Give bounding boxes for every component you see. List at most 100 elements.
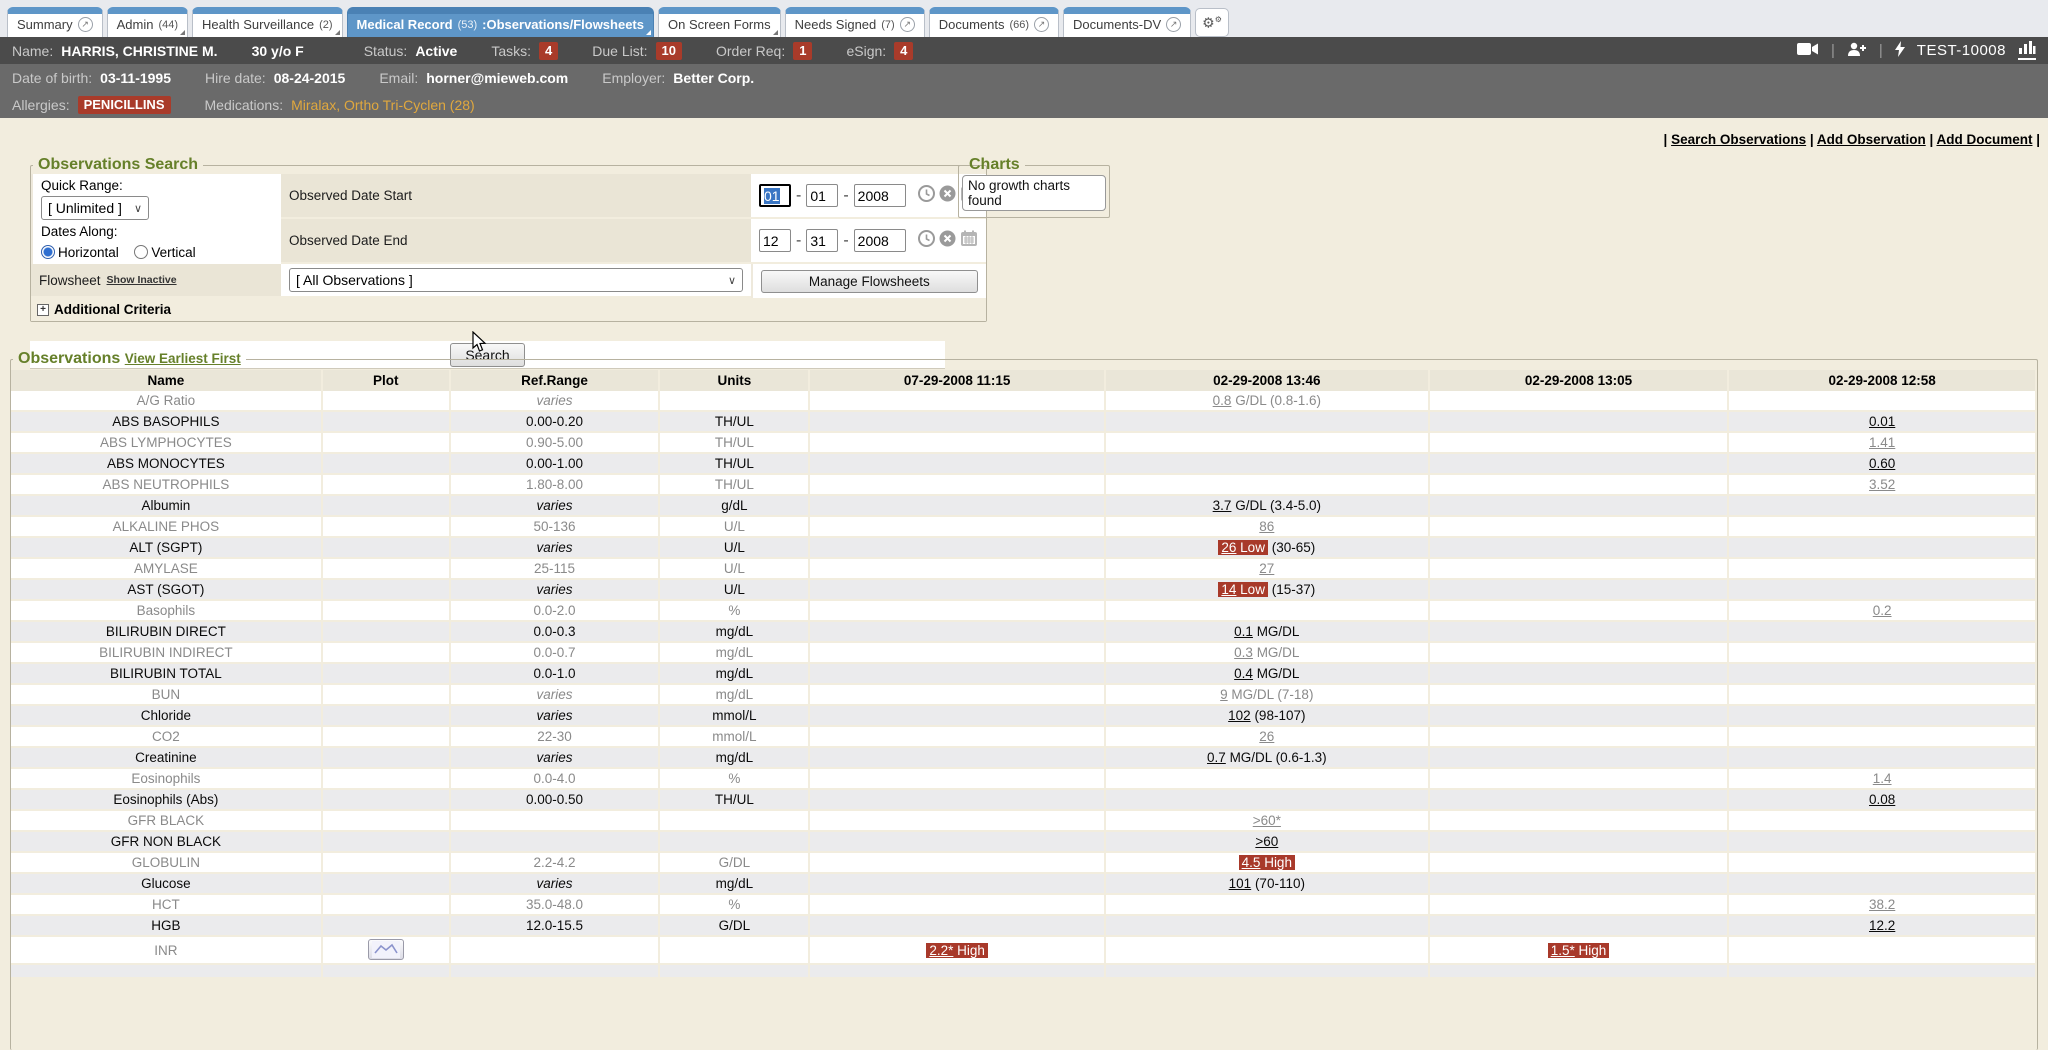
observation-value-link[interactable]: 86 <box>1259 519 1274 534</box>
open-in-new-icon[interactable]: ↗ <box>900 17 915 32</box>
esign-count-badge[interactable]: 4 <box>894 42 913 60</box>
due-list-count-badge[interactable]: 10 <box>656 42 682 60</box>
observation-value-link[interactable]: 27 <box>1259 561 1274 576</box>
observation-value-cell: 0.08 <box>1729 790 2037 811</box>
observation-name: Eosinophils (Abs) <box>11 790 323 811</box>
date-end-day-input[interactable]: 31 <box>806 229 838 252</box>
observation-value-extra: G/DL (0.8-1.6) <box>1231 393 1321 408</box>
observation-value-cell: >60 <box>1106 832 1430 853</box>
observation-value-link[interactable]: 3.52 <box>1869 477 1895 492</box>
observation-value-link[interactable]: 12.2 <box>1869 918 1895 933</box>
observation-value-link[interactable]: 1.5* <box>1551 943 1575 958</box>
date-end-year-input[interactable]: 2008 <box>854 229 906 252</box>
observation-value-link[interactable]: 38.2 <box>1869 897 1895 912</box>
open-in-new-icon[interactable]: ↗ <box>1034 17 1049 32</box>
add-person-icon[interactable] <box>1847 42 1867 60</box>
table-row-bilirubin-total: BILIRUBIN TOTAL0.0-1.0mg/dL0.4 MG/DL <box>11 664 2037 685</box>
tab-health-surveillance[interactable]: Health Surveillance (2) <box>192 7 342 37</box>
tab-documents-dv[interactable]: Documents-DV↗ <box>1063 7 1191 37</box>
observation-value-link[interactable]: 3.7 <box>1213 498 1232 513</box>
observation-value-link[interactable]: 102 <box>1228 708 1251 723</box>
bar-chart-icon[interactable] <box>2018 41 2036 60</box>
observation-value-cell <box>1729 748 2037 769</box>
observation-value-cell <box>1430 433 1730 454</box>
date-start-day-input[interactable]: 01 <box>806 184 838 207</box>
observation-value-link[interactable]: 101 <box>1229 876 1252 891</box>
view-earliest-first-link[interactable]: View Earliest First <box>125 351 241 366</box>
observation-value-link[interactable]: 14 <box>1221 582 1236 597</box>
manage-flowsheets-cell: Manage Flowsheets <box>751 264 986 298</box>
tab-summary[interactable]: Summary↗ <box>7 7 103 37</box>
tab-admin[interactable]: Admin (44) <box>107 7 188 37</box>
medication-link[interactable]: Ortho Tri-Cyclen (28) <box>344 97 475 113</box>
esign-label: eSign: <box>846 43 886 59</box>
tasks-count-badge[interactable]: 4 <box>539 42 558 60</box>
observation-value-cell: 86 <box>1106 517 1430 538</box>
observation-value-link[interactable]: 26 <box>1259 729 1274 744</box>
clear-date-icon[interactable] <box>939 230 956 252</box>
date-start-month-input[interactable]: 01 <box>759 184 791 207</box>
tab-documents[interactable]: Documents (66)↗ <box>929 7 1059 37</box>
observation-value-link[interactable]: 2.2* <box>929 943 953 958</box>
observation-value-extra: (15-37) <box>1268 582 1315 597</box>
manage-flowsheets-button[interactable]: Manage Flowsheets <box>761 270 978 293</box>
dates-along-horizontal-radio[interactable] <box>41 245 55 259</box>
observation-value-link[interactable]: 0.1 <box>1234 624 1253 639</box>
show-inactive-link[interactable]: Show Inactive <box>107 274 177 286</box>
observation-value-link[interactable]: 0.01 <box>1869 414 1895 429</box>
lightning-icon[interactable] <box>1895 41 1905 60</box>
observation-value-link[interactable]: 26 <box>1221 540 1236 555</box>
expand-plus-icon[interactable]: + <box>37 304 49 316</box>
table-row-hct: HCT35.0-48.0%38.2 <box>11 895 2037 916</box>
plot-cell <box>323 769 451 790</box>
observation-value-link[interactable]: 0.60 <box>1869 456 1895 471</box>
observation-value-link[interactable]: 4.5 <box>1242 855 1261 870</box>
plot-cell <box>323 727 451 748</box>
observation-value-link[interactable]: 0.2 <box>1873 603 1892 618</box>
observation-value-link[interactable]: 0.4 <box>1234 666 1253 681</box>
observed-date-start-label: Observed Date Start <box>281 174 751 219</box>
settings-gear-button[interactable]: ⚙⚙ <box>1195 8 1229 37</box>
clear-date-icon[interactable] <box>939 185 956 207</box>
date-start-year-input[interactable]: 2008 <box>854 184 906 207</box>
observation-value-cell <box>1729 664 2037 685</box>
quick-range-select[interactable]: [ Unlimited ]∨ <box>41 196 149 220</box>
medication-link[interactable]: Miralax <box>291 97 336 113</box>
order-req-count-badge[interactable]: 1 <box>793 42 812 60</box>
allergy-badge[interactable]: PENICILLINS <box>78 96 171 114</box>
email-label: Email: <box>379 70 418 86</box>
tab-medical-record[interactable]: Medical Record (53):Observations/Flowshe… <box>347 7 654 37</box>
date-end-month-input[interactable]: 12 <box>759 229 791 252</box>
video-camera-icon[interactable] <box>1797 42 1819 59</box>
header-divider: | <box>1879 42 1883 59</box>
observation-value-link[interactable]: 0.7 <box>1207 750 1226 765</box>
tab-needs-signed[interactable]: Needs Signed (7)↗ <box>785 7 925 37</box>
observation-value-link[interactable]: >60 <box>1255 834 1278 849</box>
clock-icon[interactable] <box>918 185 935 207</box>
column-header-ref-range: Ref.Range <box>451 370 661 391</box>
name-label: Name: <box>12 43 53 59</box>
units: g/dL <box>660 496 810 517</box>
plot-sparkline-button[interactable] <box>368 939 404 960</box>
observation-value-link[interactable]: 0.8 <box>1213 393 1232 408</box>
observation-value-link[interactable]: 9 <box>1220 687 1228 702</box>
table-row-basophils: Basophils0.0-2.0%0.2 <box>11 601 2037 622</box>
clock-icon[interactable] <box>918 230 935 252</box>
calendar-icon[interactable] <box>960 230 978 252</box>
observation-value-cell <box>1430 496 1730 517</box>
observation-value-cell: 102 (98-107) <box>1106 706 1430 727</box>
observation-value-link[interactable]: >60* <box>1253 813 1281 828</box>
dates-along-vertical-radio[interactable] <box>134 245 148 259</box>
observation-value-link[interactable]: 0.3 <box>1234 645 1253 660</box>
observation-value-link[interactable]: 1.4 <box>1873 771 1892 786</box>
open-in-new-icon[interactable]: ↗ <box>78 17 93 32</box>
open-in-new-icon[interactable]: ↗ <box>1166 17 1181 32</box>
observation-value-link[interactable]: 0.08 <box>1869 792 1895 807</box>
tab-on-screen-forms[interactable]: On Screen Forms <box>658 7 781 37</box>
flowsheet-select[interactable]: [ All Observations ]∨ <box>289 268 743 292</box>
search-observations-link[interactable]: Search Observations <box>1671 132 1806 147</box>
add-document-link[interactable]: Add Document <box>1936 132 2032 147</box>
add-observation-link[interactable]: Add Observation <box>1817 132 1926 147</box>
observation-value-link[interactable]: 1.41 <box>1869 435 1895 450</box>
observation-value-cell: 9 MG/DL (7-18) <box>1106 685 1430 706</box>
